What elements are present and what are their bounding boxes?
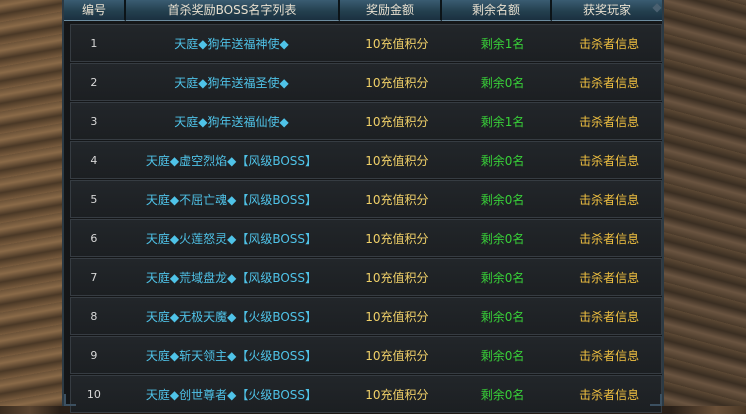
header-reward: 奖励金额 xyxy=(340,0,442,21)
reward-amount: 10充值积分 xyxy=(365,75,429,90)
header-remaining: 剩余名额 xyxy=(442,0,552,21)
remaining-count: 剩余1名 xyxy=(480,114,525,129)
frame-corner-bottom-right xyxy=(650,394,662,406)
row-no: 6 xyxy=(90,231,98,245)
row-no: 10 xyxy=(86,387,101,401)
boss-name: 天庭◆狗年送福仙使◆ xyxy=(174,114,289,129)
background-left-decoration xyxy=(0,0,62,406)
header-boss-list: 首杀奖励BOSS名字列表 xyxy=(126,0,340,21)
remaining-count: 剩余0名 xyxy=(480,153,525,168)
killer-info-link[interactable]: 击杀者信息 xyxy=(557,113,661,130)
killer-info-link[interactable]: 击杀者信息 xyxy=(557,191,661,208)
boss-name: 天庭◆狗年送福神使◆ xyxy=(174,36,289,51)
reward-amount: 10充值积分 xyxy=(365,153,429,168)
reward-amount: 10充值积分 xyxy=(365,387,429,402)
row-no: 8 xyxy=(90,309,98,323)
killer-info-link[interactable]: 击杀者信息 xyxy=(557,35,661,52)
boss-name: 天庭◆虚空烈焰◆【风级BOSS】 xyxy=(145,153,318,168)
remaining-count: 剩余0名 xyxy=(480,309,525,324)
table-row: 9 天庭◆斩天领主◆【火级BOSS】 10充值积分 剩余0名 击杀者信息 xyxy=(70,336,662,374)
boss-reward-table: 编号 首杀奖励BOSS名字列表 奖励金额 剩余名额 获奖玩家 1 天庭◆狗年送福… xyxy=(62,0,664,413)
boss-name: 天庭◆无极天魔◆【火级BOSS】 xyxy=(145,309,318,324)
row-no: 2 xyxy=(90,75,98,89)
header-no: 编号 xyxy=(64,0,126,21)
ornament-corner-icon: ◆ xyxy=(652,0,662,14)
reward-amount: 10充值积分 xyxy=(365,309,429,324)
killer-info-link[interactable]: 击杀者信息 xyxy=(557,347,661,364)
killer-info-link[interactable]: 击杀者信息 xyxy=(557,386,661,403)
reward-amount: 10充值积分 xyxy=(365,36,429,51)
table-row: 8 天庭◆无极天魔◆【火级BOSS】 10充值积分 剩余0名 击杀者信息 xyxy=(70,297,662,335)
boss-name: 天庭◆荒域盘龙◆【风级BOSS】 xyxy=(145,270,318,285)
boss-name: 天庭◆不屈亡魂◆【风级BOSS】 xyxy=(145,192,318,207)
table-row: 6 天庭◆火莲怒灵◆【风级BOSS】 10充值积分 剩余0名 击杀者信息 xyxy=(70,219,662,257)
remaining-count: 剩余0名 xyxy=(480,348,525,363)
table-row: 10 天庭◆创世尊者◆【火级BOSS】 10充值积分 剩余0名 击杀者信息 xyxy=(70,375,662,413)
killer-info-link[interactable]: 击杀者信息 xyxy=(557,269,661,286)
killer-info-link[interactable]: 击杀者信息 xyxy=(557,308,661,325)
row-no: 5 xyxy=(90,192,98,206)
killer-info-link[interactable]: 击杀者信息 xyxy=(557,74,661,91)
row-no: 4 xyxy=(90,153,98,167)
boss-name: 天庭◆创世尊者◆【火级BOSS】 xyxy=(145,387,318,402)
reward-amount: 10充值积分 xyxy=(365,192,429,207)
remaining-count: 剩余1名 xyxy=(480,36,525,51)
killer-info-link[interactable]: 击杀者信息 xyxy=(557,152,661,169)
reward-amount: 10充值积分 xyxy=(365,270,429,285)
frame-corner-bottom-left xyxy=(64,394,76,406)
reward-amount: 10充值积分 xyxy=(365,231,429,246)
table-row: 3 天庭◆狗年送福仙使◆ 10充值积分 剩余1名 击杀者信息 xyxy=(70,102,662,140)
remaining-count: 剩余0名 xyxy=(480,231,525,246)
table-row: 2 天庭◆狗年送福圣使◆ 10充值积分 剩余0名 击杀者信息 xyxy=(70,63,662,101)
table-row: 1 天庭◆狗年送福神使◆ 10充值积分 剩余1名 击杀者信息 xyxy=(70,24,662,62)
row-no: 1 xyxy=(90,36,98,50)
table-row: 5 天庭◆不屈亡魂◆【风级BOSS】 10充值积分 剩余0名 击杀者信息 xyxy=(70,180,662,218)
remaining-count: 剩余0名 xyxy=(480,75,525,90)
boss-name: 天庭◆火莲怒灵◆【风级BOSS】 xyxy=(145,231,318,246)
boss-name: 天庭◆狗年送福圣使◆ xyxy=(174,75,289,90)
remaining-count: 剩余0名 xyxy=(480,192,525,207)
remaining-count: 剩余0名 xyxy=(480,387,525,402)
reward-amount: 10充值积分 xyxy=(365,114,429,129)
row-no: 9 xyxy=(90,348,98,362)
table-row: 4 天庭◆虚空烈焰◆【风级BOSS】 10充值积分 剩余0名 击杀者信息 xyxy=(70,141,662,179)
boss-name: 天庭◆斩天领主◆【火级BOSS】 xyxy=(145,348,318,363)
row-no: 3 xyxy=(90,114,98,128)
killer-info-link[interactable]: 击杀者信息 xyxy=(557,230,661,247)
table-header: 编号 首杀奖励BOSS名字列表 奖励金额 剩余名额 获奖玩家 xyxy=(64,0,662,22)
remaining-count: 剩余0名 xyxy=(480,270,525,285)
table-row: 7 天庭◆荒域盘龙◆【风级BOSS】 10充值积分 剩余0名 击杀者信息 xyxy=(70,258,662,296)
reward-amount: 10充值积分 xyxy=(365,348,429,363)
header-player: 获奖玩家 xyxy=(552,0,662,21)
row-no: 7 xyxy=(90,270,98,284)
background-right-decoration xyxy=(664,0,746,406)
table-body: 1 天庭◆狗年送福神使◆ 10充值积分 剩余1名 击杀者信息 2 天庭◆狗年送福… xyxy=(70,24,662,414)
